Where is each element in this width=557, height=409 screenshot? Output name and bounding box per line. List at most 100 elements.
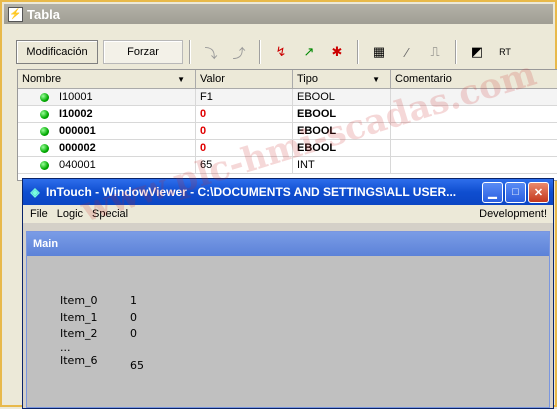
status-led-icon: [40, 92, 49, 102]
col-tipo-label: Tipo: [297, 73, 318, 85]
close-button[interactable]: ✕: [528, 181, 549, 203]
cell-tipo: EBOOL: [293, 140, 391, 156]
variables-table: Nombre ▼ Valor Tipo ▼ Comentario I10001 F1…: [17, 69, 557, 181]
col-nombre-header[interactable]: Nombre ▼: [18, 70, 196, 88]
cell-valor[interactable]: 0: [196, 123, 293, 139]
status-led-icon: [40, 143, 49, 153]
menu-logic[interactable]: Logic: [57, 208, 83, 220]
cell-comentario[interactable]: [391, 123, 557, 139]
minimize-button[interactable]: ▁: [482, 181, 503, 203]
item-label: Item_2: [60, 327, 98, 340]
nombre-text: I10001: [59, 91, 93, 103]
valor-text: 65: [200, 159, 213, 171]
cell-valor[interactable]: 0: [196, 106, 293, 122]
cell-nombre: 000002: [18, 140, 196, 156]
tabla-app-icon: ⚡: [8, 6, 23, 22]
dropdown-arrow-icon[interactable]: ▼: [372, 75, 380, 84]
menu-special[interactable]: Special: [92, 208, 128, 220]
toolbar-separator: [455, 40, 457, 64]
toolbar-separator: [259, 40, 261, 64]
tipo-text: EBOOL: [297, 91, 335, 103]
tipo-text: EBOOL: [297, 125, 337, 137]
table-header: Nombre ▼ Valor Tipo ▼ Comentario: [18, 70, 557, 89]
cell-comentario[interactable]: [391, 157, 557, 173]
nombre-text: 000001: [59, 125, 96, 137]
valor-text: F1: [200, 91, 213, 103]
modificacion-label: Modificación: [26, 46, 88, 58]
nombre-text: I10002: [59, 108, 93, 120]
pulse-icon[interactable]: ⎍: [425, 42, 445, 62]
status-led-icon: [40, 160, 49, 170]
item-value: 65: [130, 359, 144, 372]
col-valor-label: Valor: [200, 73, 225, 85]
valor-text: 0: [200, 108, 207, 120]
table-row[interactable]: I10002 0 EBOOL: [18, 106, 557, 123]
cell-comentario[interactable]: [391, 106, 557, 122]
tipo-text: EBOOL: [297, 108, 337, 120]
edge-icon[interactable]: ⁄: [397, 42, 417, 62]
menu-file[interactable]: File: [30, 208, 48, 220]
item-label: Item_1: [60, 311, 98, 324]
status-led-icon: [40, 109, 49, 119]
cell-tipo: EBOOL: [293, 106, 391, 122]
status-led-icon: [40, 126, 49, 136]
tipo-text: EBOOL: [297, 142, 337, 154]
rt-icon[interactable]: RT: [495, 42, 515, 62]
force-0-icon[interactable]: ↯: [271, 42, 291, 62]
main-panel-title-text: Main: [33, 238, 59, 250]
item-value: 1: [130, 294, 137, 307]
main-panel-title: Main: [27, 232, 549, 256]
intouch-menubar: File Logic Special Development!: [23, 205, 553, 223]
nombre-text: 040001: [59, 159, 96, 171]
cell-nombre: 000001: [18, 123, 196, 139]
col-nombre-label: Nombre: [22, 73, 62, 85]
item-value: 0: [130, 327, 137, 340]
maximize-button[interactable]: □: [505, 181, 526, 203]
cell-tipo: INT: [293, 157, 391, 173]
tabla-titlebar[interactable]: ⚡ Tabla: [4, 4, 553, 24]
tabla-window: ⚡ Tabla Modificación Forzar ⤵ ⤴ ↯ ↗ ✱ ▦ …: [0, 0, 557, 409]
valor-text: 0: [200, 125, 207, 137]
toolbar-separator: [189, 40, 191, 64]
menu-development[interactable]: Development!: [479, 208, 547, 220]
intouch-window: ◈ InTouch - WindowViewer - C:\DOCUMENTS …: [22, 178, 554, 409]
forzar-button[interactable]: Forzar: [103, 40, 183, 64]
cell-comentario[interactable]: [391, 140, 557, 156]
intouch-app-icon: ◈: [30, 185, 40, 199]
valor-text: 0: [200, 142, 207, 154]
chart-icon[interactable]: ◩: [467, 42, 487, 62]
grid-icon[interactable]: ▦: [369, 42, 389, 62]
toolbar-separator: [357, 40, 359, 64]
cell-valor[interactable]: 0: [196, 140, 293, 156]
intouch-title: InTouch - WindowViewer - C:\DOCUMENTS AN…: [46, 185, 457, 199]
table-row[interactable]: 000001 0 EBOOL: [18, 123, 557, 140]
dropdown-arrow-icon[interactable]: ▼: [177, 75, 185, 84]
cell-valor[interactable]: F1: [196, 89, 293, 105]
nombre-text: 000002: [59, 142, 96, 154]
intouch-titlebar[interactable]: ◈ InTouch - WindowViewer - C:\DOCUMENTS …: [23, 179, 553, 205]
cell-nombre: 040001: [18, 157, 196, 173]
unforce-icon[interactable]: ✱: [327, 42, 347, 62]
table-row[interactable]: I10001 F1 EBOOL: [18, 89, 557, 106]
item-value: 0: [130, 311, 137, 324]
item-label: Item_0: [60, 294, 98, 307]
item-label: ...: [60, 341, 71, 354]
main-panel: Main Item_0 1 Item_1 0 Item_2 0 ... Item_6 6…: [26, 231, 550, 408]
col-tipo-header[interactable]: Tipo ▼: [293, 70, 391, 88]
cell-tipo: EBOOL: [293, 89, 391, 105]
col-comentario-header[interactable]: Comentario: [391, 70, 557, 88]
cell-tipo: EBOOL: [293, 123, 391, 139]
forzar-label: Forzar: [127, 46, 159, 58]
cell-comentario[interactable]: [391, 89, 557, 105]
toolbar: Modificación Forzar ⤵ ⤴ ↯ ↗ ✱ ▦ ⁄ ⎍ ◩ RT: [4, 36, 553, 68]
force-1-icon[interactable]: ↗: [299, 42, 319, 62]
force-rising-icon[interactable]: ⤴: [229, 42, 249, 62]
table-row[interactable]: 000002 0 EBOOL: [18, 140, 557, 157]
col-valor-header[interactable]: Valor: [196, 70, 293, 88]
cell-valor[interactable]: 65: [196, 157, 293, 173]
table-row[interactable]: 040001 65 INT: [18, 157, 557, 174]
cell-nombre: I10002: [18, 106, 196, 122]
modificacion-button[interactable]: Modificación: [16, 40, 98, 64]
force-falling-icon[interactable]: ⤵: [201, 42, 221, 62]
col-comentario-label: Comentario: [395, 73, 452, 85]
